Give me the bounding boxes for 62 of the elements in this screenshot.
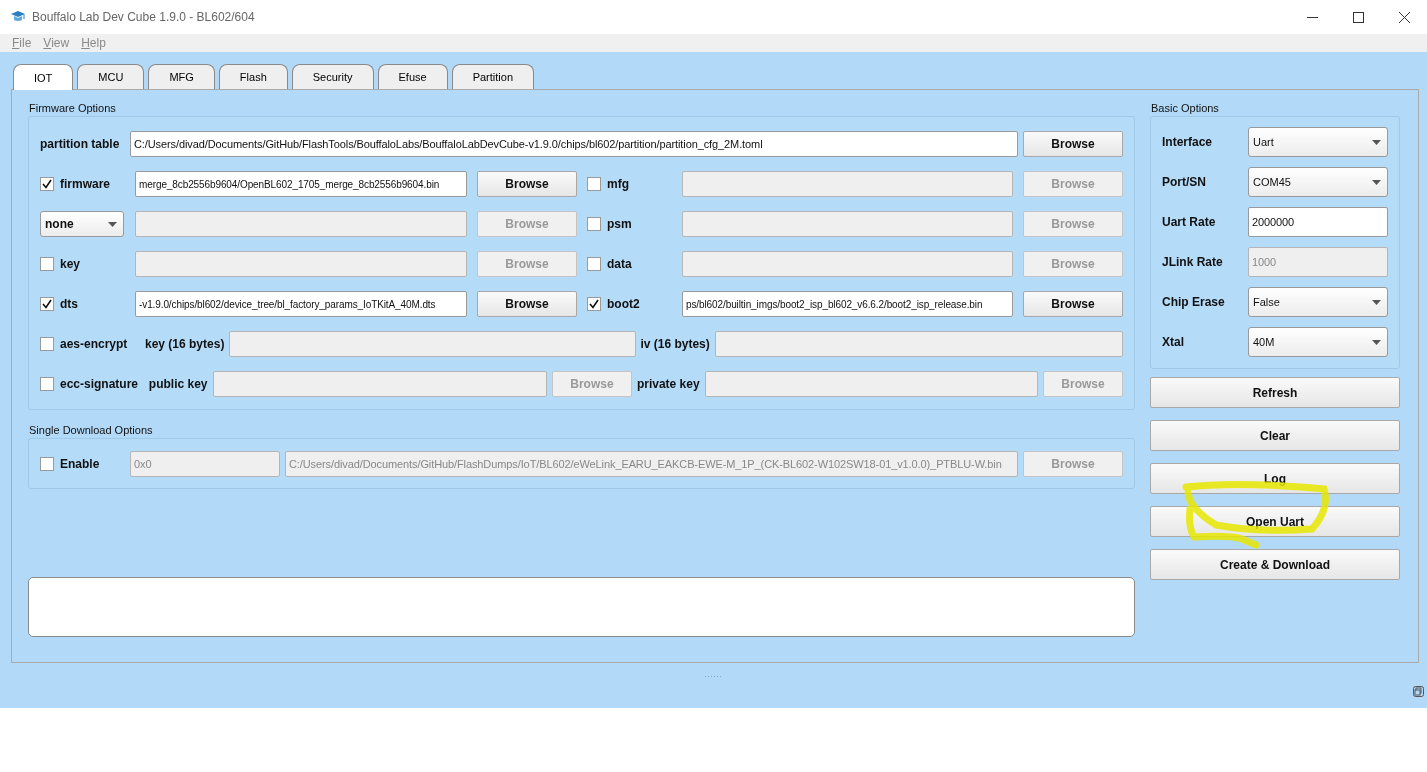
tab[interactable]: IOT [13,64,74,90]
action-button[interactable]: Refresh [1150,377,1400,408]
option-label: mfg [607,177,629,191]
group-title: Basic Options [1151,102,1220,115]
browse-button[interactable]: Browse [1023,131,1123,157]
caret-icon [1372,179,1381,185]
caret-icon [1372,339,1381,345]
option-label: aes-encrypt [60,337,128,351]
field-label: private key [636,377,700,391]
close-icon [1398,11,1410,23]
path-field[interactable]: C:/Users/divad/Documents/GitHub/FlashTools/BouffaloLabs/BouffaloLabDevCube-v1.9.0/chips/bl602/partition/partition_cfg_2M.toml [130,131,1018,157]
option-label: ecc-signature [60,377,139,391]
action-button[interactable]: Create & Download [1150,549,1400,580]
checkbox[interactable] [587,297,601,311]
tab[interactable]: MCU [77,64,145,89]
checkbox[interactable] [40,297,54,311]
field-label: Port/SN [1162,175,1207,189]
option-label: Enable [60,456,100,471]
field-label: iv (16 bytes) [640,337,710,351]
maximize-icon [1352,11,1364,23]
caret-icon [1372,299,1381,305]
option-label: data [607,257,632,271]
browse-button[interactable]: Browse [1023,291,1123,317]
caret-icon [1372,139,1381,145]
group-title: Single Download Options [29,424,154,437]
field-label: key (16 bytes) [145,337,225,351]
option-label: key [60,257,81,271]
field-label: Xtal [1162,335,1185,349]
path-field[interactable]: -v1.9.0/chips/bl602/device_tree/bl_factory_params_IoTKitA_40M.dts [135,291,467,317]
browse-button[interactable]: Browse [477,291,577,317]
mortarboard-icon [10,10,26,24]
path-field[interactable]: ps/bl602/builtin_imgs/boot2_isp_bl602_v6.6.2/boot2_isp_release.bin [682,291,1013,317]
input-field[interactable]: 2000000 [1248,207,1388,237]
tab[interactable]: Efuse [377,64,448,89]
checkbox[interactable] [40,177,54,191]
tab[interactable]: Partition [451,64,534,89]
group-title: Firmware Options [29,102,117,115]
tab[interactable]: Flash [218,64,288,89]
field-label: Chip Erase [1162,295,1226,309]
field-label: JLink Rate [1162,255,1224,269]
dropdown[interactable]: Uart [1248,127,1388,157]
window-title: Bouffalo Lab Dev Cube 1.9.0 - BL602/604 [32,10,256,24]
option-label: boot2 [607,297,640,311]
tab[interactable]: MFG [148,64,215,89]
dropdown[interactable]: 40M [1248,327,1388,357]
field-label: Uart Rate [1162,215,1217,229]
restore-icon[interactable] [1413,686,1424,698]
action-button[interactable]: Clear [1150,420,1400,451]
option-label: firmware [60,177,111,191]
dropdown[interactable]: False [1248,287,1388,317]
caret-icon [108,221,117,227]
dropdown[interactable]: COM45 [1248,167,1388,197]
tab[interactable]: Security [291,64,374,89]
field-label: Interface [1162,135,1214,149]
path-field[interactable]: merge_8cb2556b9604/OpenBL602_1705_merge_8cb2556b9604.bin [135,171,467,197]
field-label: public key [148,377,208,391]
browse-button[interactable]: Browse [477,171,577,197]
field-label: partition table [40,137,121,151]
log-text-area[interactable] [28,577,1135,638]
splitter-handle[interactable] [704,675,722,679]
option-label: psm [607,217,632,231]
option-label: dts [60,297,78,311]
